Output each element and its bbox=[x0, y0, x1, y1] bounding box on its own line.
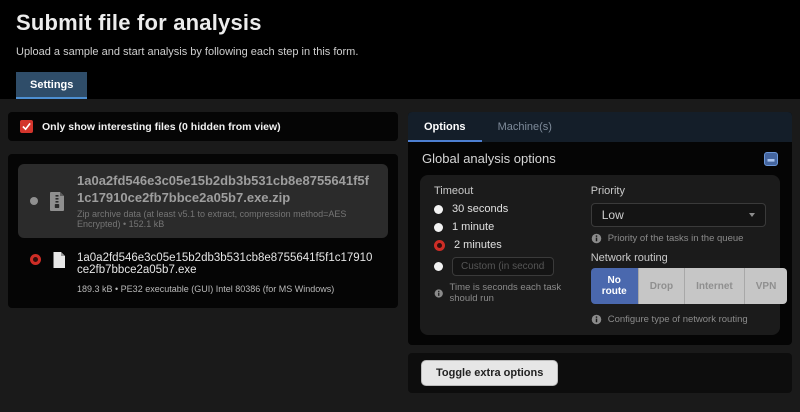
page-title: Submit file for analysis bbox=[16, 10, 262, 35]
timeout-option-custom[interactable] bbox=[434, 257, 587, 276]
exe-file-radio-selected[interactable] bbox=[30, 254, 41, 266]
zip-file-details: Zip archive data (at least v5.1 to extra… bbox=[77, 209, 347, 230]
info-icon bbox=[591, 314, 601, 325]
chevron-down-icon bbox=[748, 213, 755, 217]
timeout-option-2m-label: 2 minutes bbox=[454, 239, 502, 251]
page-header: Submit file for analysis Upload a sample… bbox=[0, 0, 800, 99]
priority-hint-text: Priority of the tasks in the queue bbox=[607, 233, 744, 244]
exe-file-details: 189.3 kB • PE32 executable (GUI) Intel 8… bbox=[77, 284, 335, 295]
global-options-title: Global analysis options bbox=[422, 151, 556, 166]
interesting-files-label: Only show interesting files (0 hidden fr… bbox=[42, 120, 281, 133]
timeout-hint-text: Time is seconds each task should run bbox=[449, 282, 562, 304]
dash-square-icon[interactable] bbox=[764, 151, 778, 166]
file-list-panel: 1a0a2fd546e3c05e15b2db3b531cb8e8755641f5… bbox=[8, 154, 398, 309]
custom-timeout-input[interactable] bbox=[452, 257, 554, 276]
global-options-card: Timeout 30 seconds 1 minute 2 minutes Cu… bbox=[420, 175, 788, 335]
zip-file-radio[interactable] bbox=[30, 197, 38, 206]
timeout-option-2m[interactable]: 2 minutes bbox=[434, 239, 587, 251]
files-column: Only show interesting files (0 hidden fr… bbox=[8, 112, 398, 412]
route-vpn-button[interactable]: VPN bbox=[744, 268, 788, 304]
interesting-files-filter: Only show interesting files (0 hidden fr… bbox=[8, 112, 398, 141]
options-tab-bar: Options Machine(s) bbox=[408, 112, 792, 142]
timeout-option-30s-label: 30 seconds bbox=[452, 203, 509, 215]
radio-30-seconds[interactable] bbox=[434, 204, 443, 214]
extra-options-section: Toggle extra options bbox=[408, 353, 792, 393]
main-content: Only show interesting files (0 hidden fr… bbox=[0, 99, 800, 412]
global-options-header: Global analysis options bbox=[408, 142, 792, 173]
timeout-label: Timeout bbox=[434, 185, 474, 197]
route-internet-button[interactable]: Internet bbox=[685, 268, 745, 304]
network-routing-label: Network routing bbox=[590, 252, 668, 264]
timeout-option-30s[interactable]: 30 seconds bbox=[434, 203, 587, 215]
timeout-option-1m[interactable]: 1 minute bbox=[434, 221, 587, 233]
zip-file-name: 1a0a2fd546e3c05e15b2db3b531cb8e8755641f5… bbox=[77, 173, 369, 205]
interesting-files-checkbox[interactable] bbox=[20, 120, 33, 133]
options-panel: Options Machine(s) Global analysis optio… bbox=[408, 112, 792, 345]
file-icon bbox=[53, 252, 65, 269]
radio-custom[interactable] bbox=[434, 262, 443, 271]
timeout-option-1m-label: 1 minute bbox=[452, 221, 495, 233]
tab-machines[interactable]: Machine(s) bbox=[482, 112, 568, 142]
options-column: Options Machine(s) Global analysis optio… bbox=[408, 112, 792, 412]
priority-hint: Priority of the tasks in the queue bbox=[591, 233, 766, 244]
priority-selected-value: Low bbox=[601, 208, 624, 222]
route-drop-button[interactable]: Drop bbox=[638, 268, 686, 304]
radio-2-minutes-selected[interactable] bbox=[434, 239, 445, 251]
priority-label: Priority bbox=[590, 185, 625, 197]
timeout-hint: Time is seconds each task should run bbox=[434, 282, 587, 304]
tab-settings[interactable]: Settings bbox=[16, 72, 88, 99]
file-row-zip[interactable]: 1a0a2fd546e3c05e15b2db3b531cb8e8755641f5… bbox=[18, 164, 388, 239]
page-subtitle: Upload a sample and start analysis by fo… bbox=[16, 46, 359, 58]
priority-section: Priority Low Priority of the tasks in th… bbox=[587, 185, 788, 325]
zip-file-text: 1a0a2fd546e3c05e15b2db3b531cb8e8755641f5… bbox=[77, 173, 376, 229]
info-icon bbox=[434, 288, 443, 298]
tab-options[interactable]: Options bbox=[408, 112, 482, 142]
top-tab-bar: Settings bbox=[16, 72, 784, 99]
priority-select[interactable]: Low bbox=[590, 203, 766, 227]
timeout-section: Timeout 30 seconds 1 minute 2 minutes Cu… bbox=[434, 185, 587, 325]
check-icon bbox=[22, 122, 31, 131]
routing-hint: Configure type of network routing bbox=[591, 314, 766, 325]
network-routing-group: No route Drop Internet VPN bbox=[590, 268, 788, 304]
exe-file-text: 1a0a2fd546e3c05e15b2db3b531cb8e8755641f5… bbox=[77, 250, 376, 294]
radio-1-minute[interactable] bbox=[434, 222, 443, 232]
toggle-extra-options-button[interactable]: Toggle extra options bbox=[421, 360, 559, 386]
exe-file-name: 1a0a2fd546e3c05e15b2db3b531cb8e8755641f5… bbox=[77, 252, 373, 277]
file-row-exe[interactable]: 1a0a2fd546e3c05e15b2db3b531cb8e8755641f5… bbox=[18, 238, 388, 298]
routing-hint-text: Configure type of network routing bbox=[607, 314, 748, 325]
info-icon bbox=[591, 233, 601, 244]
route-no-route-button[interactable]: No route bbox=[590, 268, 639, 304]
zip-file-icon bbox=[50, 192, 64, 212]
